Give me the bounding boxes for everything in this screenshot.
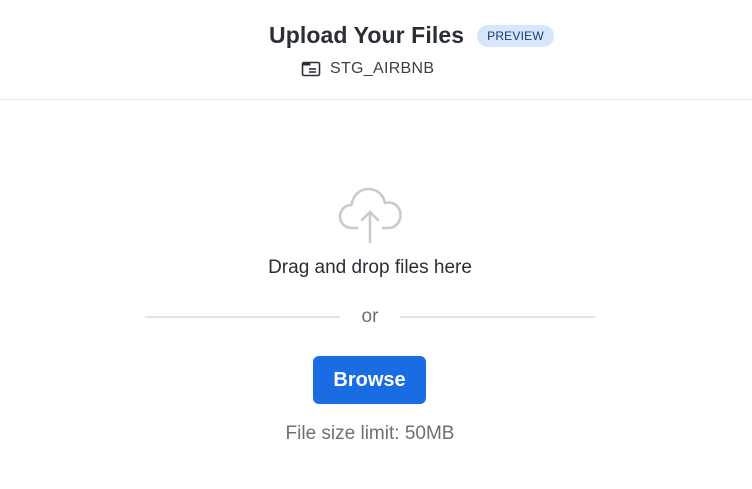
- divider-left: [145, 316, 340, 318]
- title-row: Upload Your Files PREVIEW: [269, 22, 554, 49]
- database-location: STG_AIRBNB: [301, 60, 434, 78]
- browse-button[interactable]: Browse: [313, 356, 426, 404]
- drag-drop-instruction: Drag and drop files here: [268, 257, 472, 278]
- upload-header: Upload Your Files PREVIEW STG_AIRBNB: [0, 0, 752, 100]
- divider-right: [400, 316, 595, 318]
- cloud-upload-icon: [337, 186, 403, 244]
- preview-badge: PREVIEW: [477, 24, 554, 47]
- database-folder-icon: [301, 60, 323, 78]
- database-name: STG_AIRBNB: [330, 60, 435, 77]
- or-separator: or: [361, 306, 379, 327]
- file-size-limit: File size limit: 50MB: [285, 423, 455, 444]
- page-title: Upload Your Files: [269, 22, 465, 48]
